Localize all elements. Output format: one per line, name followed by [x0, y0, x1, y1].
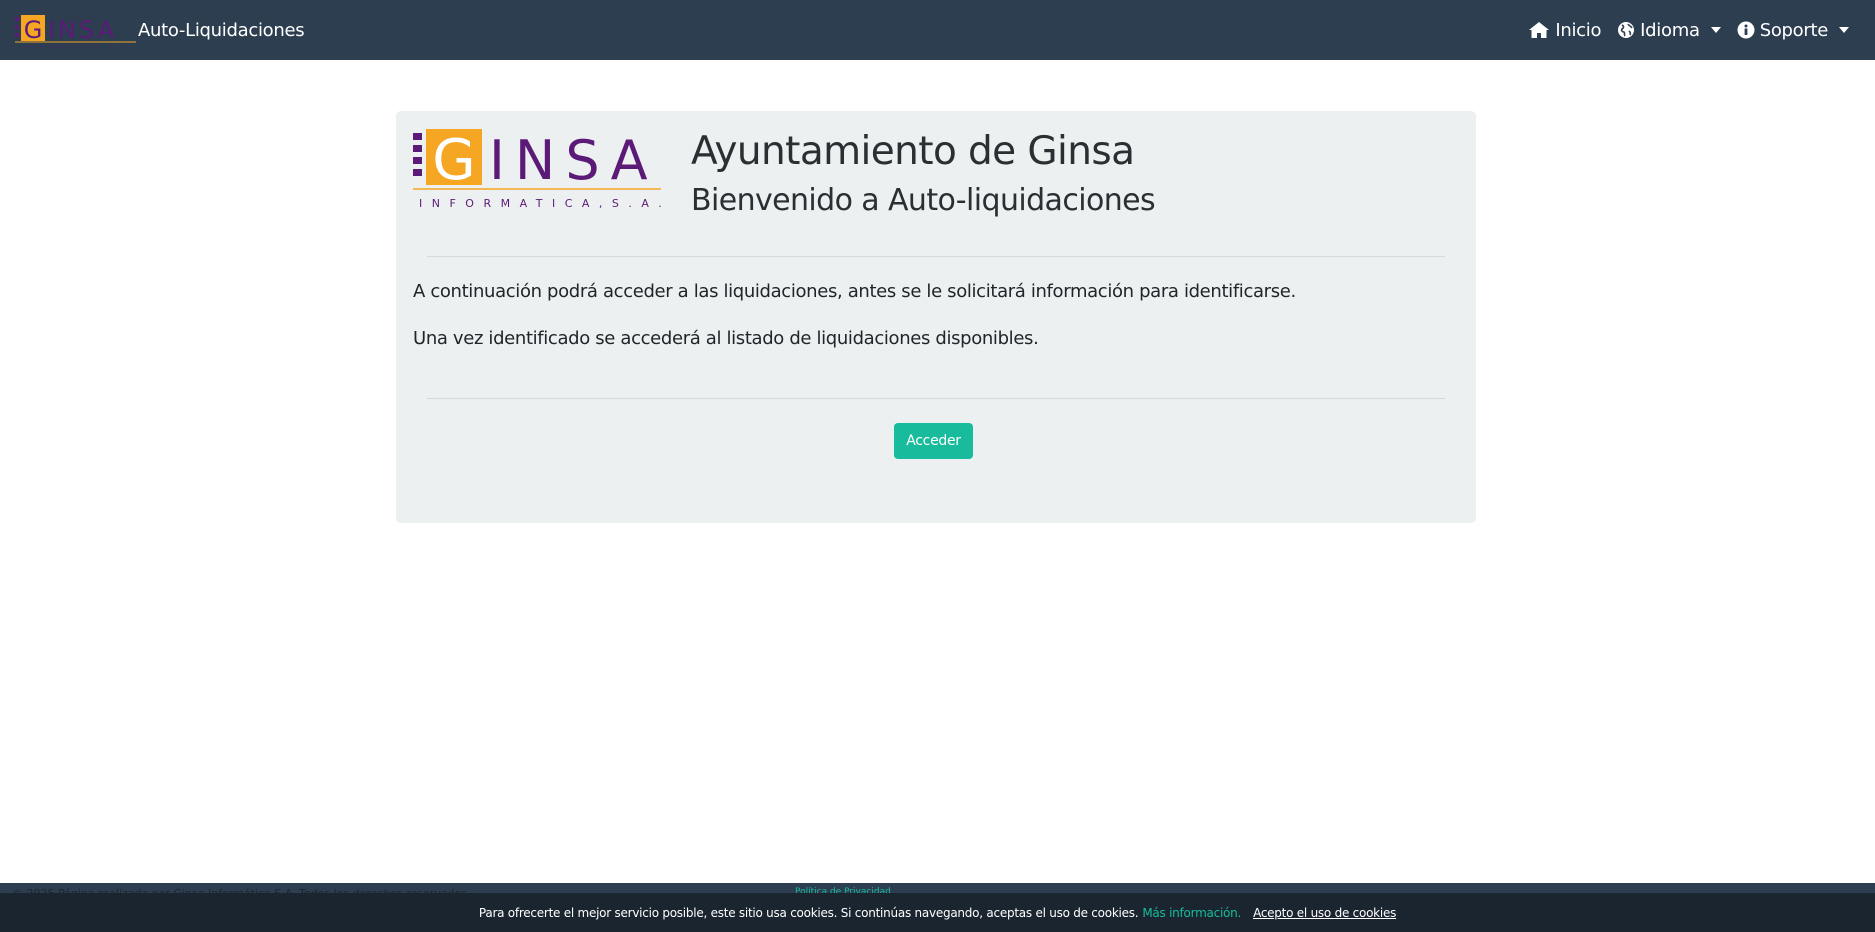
svg-text:G: G	[432, 129, 475, 193]
nav-soporte-label: Soporte	[1759, 19, 1829, 41]
nav-idioma[interactable]: Idioma	[1617, 20, 1721, 41]
divider	[427, 398, 1445, 399]
nav-soporte[interactable]: Soporte	[1737, 20, 1849, 41]
acceder-button[interactable]: Acceder	[894, 423, 973, 459]
nav-inicio-label: Inicio	[1555, 19, 1602, 41]
cookie-banner: Para ofrecerte el mejor servicio posible…	[0, 893, 1875, 932]
nav-idioma-label: Idioma	[1640, 19, 1700, 41]
svg-text:INFORMATICA,S.A.: INFORMATICA,S.A.	[20, 45, 136, 50]
navbar-brand[interactable]: G INSA INFORMATICA,S.A. Auto-Liquidacion…	[12, 8, 305, 52]
cookie-message: Para ofrecerte el mejor servicio posible…	[478, 905, 1139, 920]
home-icon	[1529, 22, 1550, 38]
svg-text:INSA: INSA	[48, 16, 117, 44]
page-title: Ayuntamiento de Ginsa	[691, 129, 1135, 174]
divider	[427, 256, 1445, 257]
svg-text:INSA: INSA	[489, 129, 658, 192]
svg-text:G: G	[24, 16, 43, 44]
page-subtitle: Bienvenido a Auto-liquidaciones	[691, 183, 1156, 218]
welcome-card: G INSA INFORMATICA,S.A. Ayuntamiento de …	[396, 111, 1476, 523]
info-icon	[1737, 21, 1755, 39]
svg-text:INFORMATICA,S.A.: INFORMATICA,S.A.	[419, 197, 663, 210]
chevron-down-icon	[1839, 27, 1849, 33]
info-paragraph: Una vez identificado se accederá al list…	[413, 328, 1039, 349]
ginsa-logo: G INSA INFORMATICA,S.A.	[413, 129, 663, 210]
intro-paragraph: A continuación podrá acceder a las liqui…	[413, 281, 1296, 302]
nav-inicio[interactable]: Inicio	[1528, 20, 1601, 41]
cookie-more-info-link[interactable]: Más información.	[1142, 906, 1241, 920]
globe-icon	[1618, 22, 1635, 38]
cookie-accept-link[interactable]: Acepto el uso de cookies	[1253, 906, 1396, 920]
brand-title: Auto-Liquidaciones	[138, 19, 305, 41]
ginsa-logo-small: G INSA INFORMATICA,S.A.	[15, 15, 136, 50]
chevron-down-icon	[1710, 27, 1721, 33]
navbar: G INSA INFORMATICA,S.A. Auto-Liquidacion…	[0, 0, 1875, 60]
navbar-menu: Inicio Idioma Soporte	[1528, 20, 1863, 41]
